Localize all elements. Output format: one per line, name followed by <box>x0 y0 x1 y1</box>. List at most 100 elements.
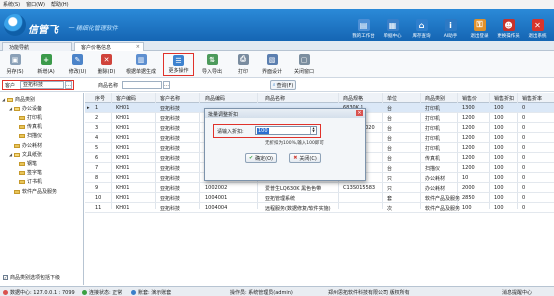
table-cell[interactable]: 亚拓管理系统 <box>265 195 295 202</box>
table-cell[interactable]: C13S015583 <box>343 185 375 191</box>
generate-from-doc-button[interactable]: ▥ 根据单据生成 <box>122 53 160 76</box>
table-cell[interactable]: 100 <box>494 195 504 201</box>
edit-button[interactable]: ✎ 修改(U) <box>65 53 90 76</box>
table-cell[interactable]: 亚拓科技 <box>160 205 180 212</box>
table-cell[interactable]: 只 <box>387 185 392 192</box>
collapse-icon[interactable]: ◢ <box>9 106 12 111</box>
table-cell[interactable]: 打印机 <box>425 145 440 152</box>
table-cell[interactable]: 2 <box>95 115 98 121</box>
table-cell[interactable]: 100 <box>494 205 504 211</box>
table-cell[interactable]: 亚拓科技 <box>160 165 180 172</box>
table-cell[interactable]: 7 <box>95 165 98 171</box>
table-cell[interactable]: 1200 <box>462 135 475 141</box>
tree-node[interactable]: ◢ 办公设备 <box>9 105 42 112</box>
table-cell[interactable]: KH01 <box>116 125 129 131</box>
table-cell[interactable]: KH01 <box>116 165 129 171</box>
table-cell[interactable]: 台 <box>387 115 392 122</box>
column-header[interactable]: 序号 <box>95 95 105 102</box>
table-cell[interactable]: 亚拓科技 <box>160 105 180 112</box>
table-cell[interactable]: 100 <box>494 155 504 161</box>
discount-input[interactable]: 100 ▲ ▼ <box>255 126 317 135</box>
table-cell[interactable]: 0 <box>522 185 525 191</box>
table-cell[interactable]: 1200 <box>462 145 475 151</box>
table-cell[interactable]: 1004004 <box>205 205 227 211</box>
tree-node[interactable]: 传真机 <box>19 123 42 130</box>
table-cell[interactable]: 台 <box>387 125 392 132</box>
table-cell[interactable]: 9 <box>95 185 98 191</box>
collapse-icon[interactable]: ◢ <box>2 97 5 102</box>
table-cell[interactable]: 100 <box>494 185 504 191</box>
table-cell[interactable]: 11 <box>95 205 101 211</box>
tree-node[interactable]: 办公耗材 <box>14 142 42 149</box>
close-icon[interactable]: × <box>356 110 363 116</box>
tile-stock-query[interactable]: ⌂ 库存查询 <box>407 9 436 41</box>
tile-logout[interactable]: ⚿ 退出登录 <box>465 9 494 41</box>
table-cell[interactable]: KH01 <box>116 205 129 211</box>
column-header[interactable]: 单位 <box>387 95 397 102</box>
customer-input[interactable]: 亚拓科技 <box>20 81 64 89</box>
table-cell[interactable]: KH01 <box>116 115 129 121</box>
ok-button[interactable]: ✔ 确定(O) <box>245 153 277 163</box>
table-cell[interactable]: 8 <box>95 175 98 181</box>
product-name-input[interactable] <box>122 81 162 89</box>
table-cell[interactable]: 100 <box>494 165 504 171</box>
tile-switch-operator[interactable]: ☻ 更换操作员 <box>494 9 523 41</box>
table-cell[interactable]: 1200 <box>462 125 475 131</box>
table-cell[interactable]: 亚拓科技 <box>160 175 180 182</box>
table-row[interactable]: 10 KH01 亚拓科技 1004001 亚拓管理系统 套 软件产品及服务 2850 100 0 <box>85 193 554 203</box>
table-cell[interactable]: 台 <box>387 165 392 172</box>
query-button[interactable]: ⌕ 查询(F) <box>270 80 296 90</box>
table-cell[interactable]: 0 <box>522 195 525 201</box>
table-cell[interactable]: 100 <box>494 145 504 151</box>
table-cell[interactable]: 0 <box>522 125 525 131</box>
table-cell[interactable]: KH01 <box>116 175 129 181</box>
tree-node[interactable]: ◢ 商品类别 <box>2 96 35 103</box>
spinner-icon[interactable]: ▲ ▼ <box>310 127 316 134</box>
print-button[interactable]: ⎙ 打印 <box>232 53 254 76</box>
tree-node[interactable]: 扫描仪 <box>19 132 42 139</box>
table-cell[interactable]: 台 <box>387 135 392 142</box>
table-cell[interactable]: 亚拓科技 <box>160 145 180 152</box>
table-cell[interactable]: 台 <box>387 155 392 162</box>
table-cell[interactable]: 亚拓科技 <box>160 195 180 202</box>
include-subcategory-option[interactable]: ✓ 商品类别选项包括下级 <box>3 274 60 281</box>
table-cell[interactable]: 软件产品及服务 <box>425 195 460 202</box>
table-cell[interactable]: 0 <box>522 135 525 141</box>
table-cell[interactable]: 1200 <box>462 165 475 171</box>
column-header[interactable]: 商品编码 <box>205 95 225 102</box>
table-cell[interactable]: 亚拓科技 <box>160 115 180 122</box>
table-cell[interactable]: 100 <box>494 175 504 181</box>
table-cell[interactable]: 打印机 <box>425 125 440 132</box>
table-cell[interactable]: 0 <box>522 165 525 171</box>
table-cell[interactable]: 2850 <box>462 195 475 201</box>
tile-workbench[interactable]: ▤ 我的工作台 <box>349 9 378 41</box>
table-cell[interactable]: 亚拓科技 <box>160 155 180 162</box>
customer-browse-button[interactable]: … <box>65 81 72 89</box>
column-header[interactable]: 销售折扣 <box>494 95 514 102</box>
table-cell[interactable]: 3 <box>95 125 98 131</box>
table-cell[interactable]: KH01 <box>116 155 129 161</box>
close-icon[interactable]: × <box>136 44 140 50</box>
tile-ai-assistant[interactable]: i AI助手 <box>436 9 465 41</box>
table-cell[interactable]: 6 <box>95 155 98 161</box>
table-cell[interactable]: 爱普生LQ630K 黑色色带 <box>265 185 321 192</box>
table-cell[interactable]: 100 <box>462 205 472 211</box>
tile-doc-center[interactable]: ▦ 单据中心 <box>378 9 407 41</box>
table-cell[interactable]: 1200 <box>462 155 475 161</box>
column-header[interactable]: 商品类别 <box>425 95 445 102</box>
cancel-button[interactable]: ✖ 关闭(C) <box>289 153 321 163</box>
table-cell[interactable]: 打印机 <box>425 105 440 112</box>
tree-node[interactable]: 订书机 <box>19 178 42 185</box>
table-cell[interactable]: 软件产品及服务 <box>425 205 460 212</box>
table-cell[interactable]: 办公耗材 <box>425 175 445 182</box>
table-cell[interactable]: 4 <box>95 135 98 141</box>
column-header[interactable]: 销售价 <box>462 95 477 102</box>
table-cell[interactable]: 打印机 <box>425 115 440 122</box>
column-header[interactable]: 商品规格 <box>343 95 363 102</box>
table-cell[interactable]: 0 <box>522 115 525 121</box>
table-cell[interactable]: 0 <box>522 145 525 151</box>
table-cell[interactable]: 0 <box>522 205 525 211</box>
table-cell[interactable]: 100 <box>494 115 504 121</box>
table-cell[interactable]: 亚拓科技 <box>160 125 180 132</box>
table-cell[interactable]: 只 <box>387 175 392 182</box>
